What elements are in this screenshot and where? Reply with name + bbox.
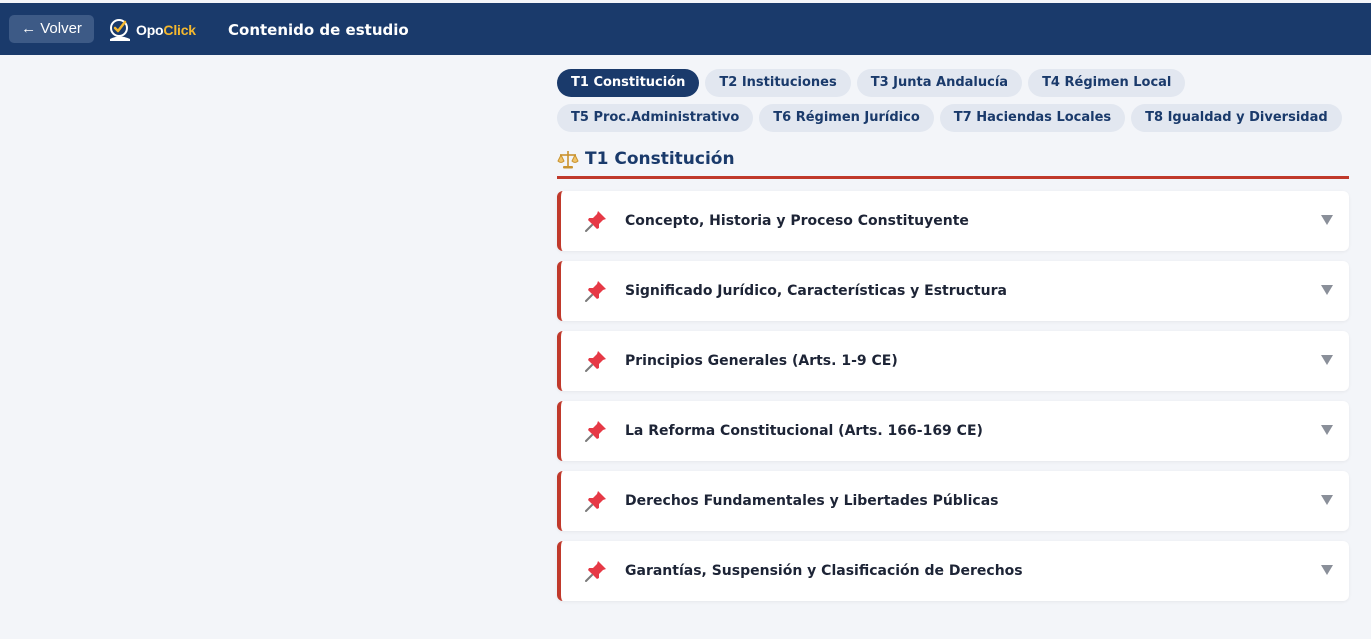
tab-t6[interactable]: T6 Régimen Jurídico (759, 104, 934, 132)
pin-icon (585, 491, 606, 512)
subtopic-card[interactable]: Garantías, Suspensión y Clasificación de… (557, 541, 1349, 601)
pin-icon (585, 211, 606, 232)
top-navbar: ← Volver OpoClick Contenido de estudio (0, 3, 1371, 55)
subtopic-card[interactable]: La Reforma Constitucional (Arts. 166-169… (557, 401, 1349, 461)
tab-t1[interactable]: T1 Constitución (557, 69, 700, 97)
subtopic-title: La Reforma Constitucional (Arts. 166-169… (625, 423, 983, 439)
section-header: T1 Constitución (557, 146, 1349, 179)
tab-t7[interactable]: T7 Haciendas Locales (939, 104, 1126, 132)
tab-t8[interactable]: T8 Igualdad y Diversidad (1131, 104, 1342, 132)
tab-t2[interactable]: T2 Instituciones (705, 69, 851, 97)
subtopic-title: Garantías, Suspensión y Clasificación de… (625, 563, 1023, 579)
chevron-down-icon[interactable] (1321, 355, 1333, 365)
chevron-down-icon[interactable] (1321, 425, 1333, 435)
pin-icon (585, 351, 606, 372)
section-title: T1 Constitución (585, 149, 735, 169)
pin-icon (585, 561, 606, 582)
back-button[interactable]: ← Volver (9, 15, 94, 43)
subtopic-card[interactable]: Derechos Fundamentales y Libertades Públ… (557, 471, 1349, 531)
subtopic-card[interactable]: Concepto, Historia y Proceso Constituyen… (557, 191, 1349, 251)
page-title: Contenido de estudio (228, 21, 409, 39)
chevron-down-icon[interactable] (1321, 495, 1333, 505)
subtopic-title: Concepto, Historia y Proceso Constituyen… (625, 213, 969, 229)
logo-check-icon (110, 19, 130, 41)
tab-t5[interactable]: T5 Proc.Administrativo (557, 104, 754, 132)
app-logo[interactable]: OpoClick (107, 16, 196, 44)
tab-t4[interactable]: T4 Régimen Local (1028, 69, 1186, 97)
subtopic-title: Significado Jurídico, Características y … (625, 283, 1007, 299)
subtopic-title: Derechos Fundamentales y Libertades Públ… (625, 493, 999, 509)
chevron-down-icon[interactable] (1321, 215, 1333, 225)
logo-text-part1: Opo (136, 22, 164, 38)
chevron-down-icon[interactable] (1321, 565, 1333, 575)
scale-icon (557, 151, 579, 169)
subtopic-title: Principios Generales (Arts. 1-9 CE) (625, 353, 898, 369)
logo-text-part2: Click (163, 22, 196, 38)
pin-icon (585, 421, 606, 442)
logo-text: OpoClick (136, 22, 196, 38)
subtopic-card[interactable]: Significado Jurídico, Características y … (557, 261, 1349, 321)
topic-tabs: T1 Constitución T2 Instituciones T3 Junt… (557, 69, 1357, 132)
subtopic-card[interactable]: Principios Generales (Arts. 1-9 CE) (557, 331, 1349, 391)
chevron-down-icon[interactable] (1321, 285, 1333, 295)
pin-icon (585, 281, 606, 302)
subtopic-list: Concepto, Historia y Proceso Constituyen… (557, 191, 1349, 611)
tab-t3[interactable]: T3 Junta Andalucía (856, 69, 1023, 97)
